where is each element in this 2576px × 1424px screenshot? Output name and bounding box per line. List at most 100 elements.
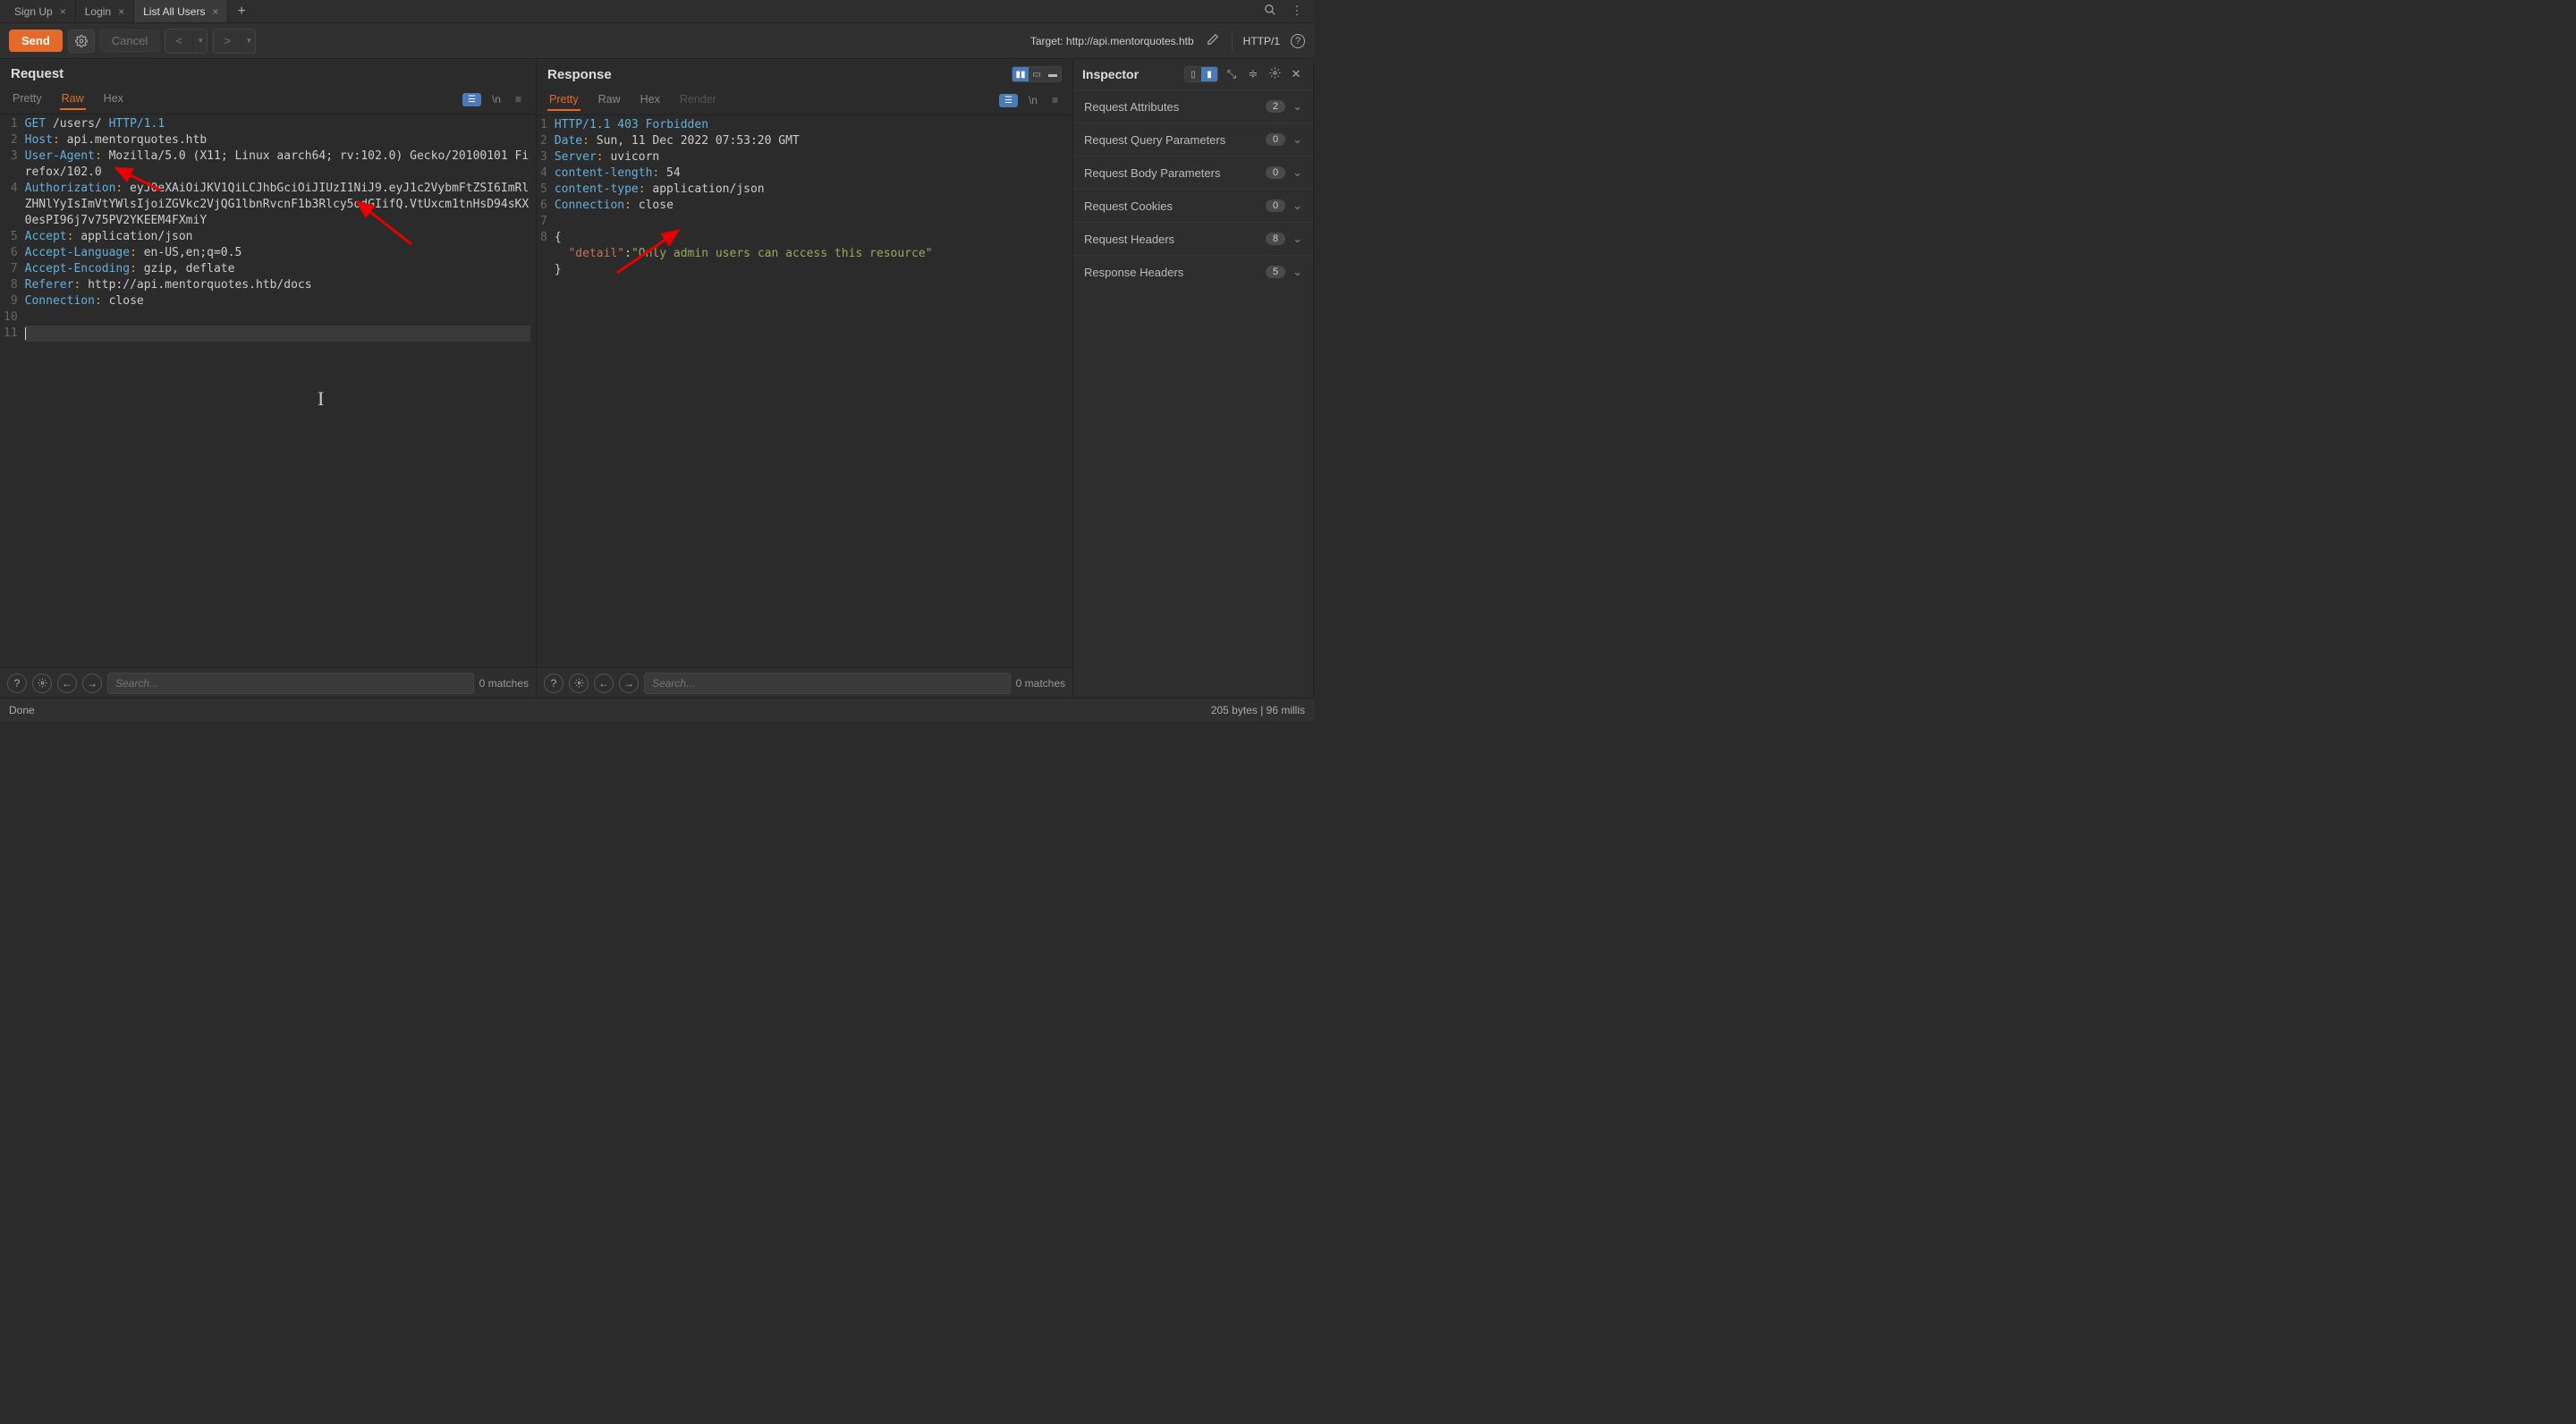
gear-icon[interactable] (32, 674, 52, 693)
close-icon[interactable]: ✕ (1288, 67, 1304, 81)
send-button[interactable]: Send (9, 30, 63, 52)
search-forward-icon[interactable]: → (82, 674, 102, 693)
toggle-left-icon[interactable]: ▯ (1185, 67, 1201, 81)
response-tab-raw[interactable]: Raw (597, 89, 623, 111)
search-back-icon[interactable]: ← (594, 674, 614, 693)
help-icon[interactable]: ? (544, 674, 564, 693)
protocol-label[interactable]: HTTP/1 (1243, 35, 1280, 47)
gear-icon[interactable] (1267, 67, 1283, 81)
count-badge: 2 (1266, 100, 1285, 113)
response-search-input[interactable] (644, 673, 1011, 694)
response-editor[interactable]: 12345678 HTTP/1.1 403 Forbidden Date: Su… (537, 115, 1072, 667)
inspector-row-request-query[interactable]: Request Query Parameters 0 ⌄ (1073, 123, 1313, 156)
layout-toggle[interactable]: ▮▮ ▭ ▬ (1012, 66, 1062, 82)
inspector-row-label: Request Body Parameters (1084, 166, 1220, 180)
tab-label: List All Users (143, 5, 205, 18)
history-fwd-group: > ▾ (213, 29, 256, 54)
menu-icon[interactable]: ≡ (1048, 94, 1062, 106)
history-forward-button[interactable]: > (214, 30, 241, 53)
chevron-down-icon: ⌄ (1292, 99, 1302, 114)
count-badge: 0 (1266, 199, 1285, 212)
request-subtabs: Pretty Raw Hex ☰ \n ≡ (0, 85, 536, 114)
request-pane: Request Pretty Raw Hex ☰ \n ≡ 1234567891… (0, 59, 537, 698)
response-matches: 0 matches (1016, 677, 1065, 690)
request-search-input[interactable] (107, 673, 474, 694)
inspector-row-label: Request Headers (1084, 233, 1174, 246)
tab-list-all-users[interactable]: List All Users × (134, 0, 228, 22)
request-code[interactable]: GET /users/ HTTP/1.1 Host: api.mentorquo… (23, 114, 536, 667)
inspector-row-request-body[interactable]: Request Body Parameters 0 ⌄ (1073, 156, 1313, 189)
menu-icon[interactable]: ≡ (512, 93, 525, 106)
kebab-menu-icon[interactable]: ⋮ (1289, 4, 1305, 19)
newline-icon[interactable]: \n (488, 93, 504, 106)
layout-columns-icon[interactable]: ▮▮ (1013, 67, 1029, 81)
help-icon[interactable]: ? (1291, 34, 1305, 48)
request-tab-pretty[interactable]: Pretty (11, 89, 44, 110)
edit-target-icon[interactable] (1205, 33, 1221, 48)
actions-button[interactable]: ☰ (462, 93, 481, 106)
help-icon[interactable]: ? (7, 674, 27, 693)
chevron-down-icon: ⌄ (1292, 132, 1302, 147)
target-label: Target: http://api.mentorquotes.htb (1030, 35, 1194, 47)
close-icon[interactable]: × (118, 5, 124, 18)
request-title: Request (11, 66, 64, 81)
request-editor[interactable]: 1234567891011 GET /users/ HTTP/1.1 Host:… (0, 114, 536, 667)
history-back-button[interactable]: < (165, 30, 192, 53)
layout-horizontal-icon[interactable]: ▭ (1029, 67, 1045, 81)
close-icon[interactable]: × (212, 5, 218, 18)
inspector-row-request-attributes[interactable]: Request Attributes 2 ⌄ (1073, 89, 1313, 123)
settings-button[interactable] (68, 30, 95, 53)
inspector-title: Inspector (1082, 67, 1139, 81)
request-tab-hex[interactable]: Hex (102, 89, 125, 110)
inspector-row-request-cookies[interactable]: Request Cookies 0 ⌄ (1073, 189, 1313, 222)
request-matches: 0 matches (479, 677, 529, 690)
tab-label: Login (85, 5, 111, 18)
response-footer: ? ← → 0 matches (537, 667, 1072, 698)
response-code[interactable]: HTTP/1.1 403 Forbidden Date: Sun, 11 Dec… (553, 115, 1072, 667)
search-icon[interactable] (1262, 4, 1278, 19)
chevron-down-icon: ⌄ (1292, 165, 1302, 180)
chevron-down-icon: ⌄ (1292, 199, 1302, 213)
response-pane: Response ▮▮ ▭ ▬ Pretty Raw Hex Render ☰ … (537, 59, 1073, 698)
collapse-icon[interactable]: ≑ (1245, 67, 1261, 81)
inspector-row-request-headers[interactable]: Request Headers 8 ⌄ (1073, 222, 1313, 255)
chevron-down-icon[interactable]: ▾ (242, 30, 255, 53)
expand-up-icon[interactable]: ⤡ (1224, 67, 1240, 81)
request-gutter: 1234567891011 (0, 114, 23, 667)
newline-icon[interactable]: \n (1025, 94, 1041, 106)
response-tab-hex[interactable]: Hex (639, 89, 662, 111)
response-gutter: 12345678 (537, 115, 553, 667)
cancel-button[interactable]: Cancel (100, 30, 159, 52)
status-bar: Done 205 bytes | 96 millis (0, 698, 1314, 721)
count-badge: 0 (1266, 166, 1285, 179)
inspector-toggle[interactable]: ▯ ▮ (1184, 66, 1218, 82)
search-forward-icon[interactable]: → (619, 674, 639, 693)
chevron-down-icon: ⌄ (1292, 232, 1302, 246)
divider (1232, 31, 1233, 51)
inspector-row-label: Request Cookies (1084, 199, 1173, 213)
request-tab-raw[interactable]: Raw (60, 89, 86, 110)
add-tab-button[interactable]: + (228, 4, 254, 20)
tab-bar: Sign Up × Login × List All Users × + ⋮ (0, 0, 1314, 23)
inspector-pane: Inspector ▯ ▮ ⤡ ≑ ✕ Request Attributes 2… (1073, 59, 1314, 698)
actions-button[interactable]: ☰ (999, 94, 1018, 107)
toolbar: Send Cancel < ▾ > ▾ Target: http://api.m… (0, 23, 1314, 59)
gear-icon[interactable] (569, 674, 589, 693)
search-back-icon[interactable]: ← (57, 674, 77, 693)
request-footer: ? ← → 0 matches (0, 667, 536, 698)
response-tab-render[interactable]: Render (678, 89, 718, 111)
history-back-forward: < ▾ (165, 29, 208, 54)
inspector-row-label: Request Attributes (1084, 100, 1179, 114)
response-title: Response (547, 67, 612, 82)
inspector-row-label: Response Headers (1084, 266, 1183, 279)
status-right: 205 bytes | 96 millis (1211, 704, 1305, 716)
close-icon[interactable]: × (60, 5, 66, 18)
toggle-right-icon[interactable]: ▮ (1201, 67, 1217, 81)
chevron-down-icon: ⌄ (1292, 265, 1302, 279)
tab-login[interactable]: Login × (76, 0, 134, 22)
layout-single-icon[interactable]: ▬ (1045, 67, 1061, 81)
tab-signup[interactable]: Sign Up × (5, 0, 76, 22)
chevron-down-icon[interactable]: ▾ (194, 30, 207, 53)
response-tab-pretty[interactable]: Pretty (547, 89, 580, 111)
inspector-row-response-headers[interactable]: Response Headers 5 ⌄ (1073, 255, 1313, 288)
